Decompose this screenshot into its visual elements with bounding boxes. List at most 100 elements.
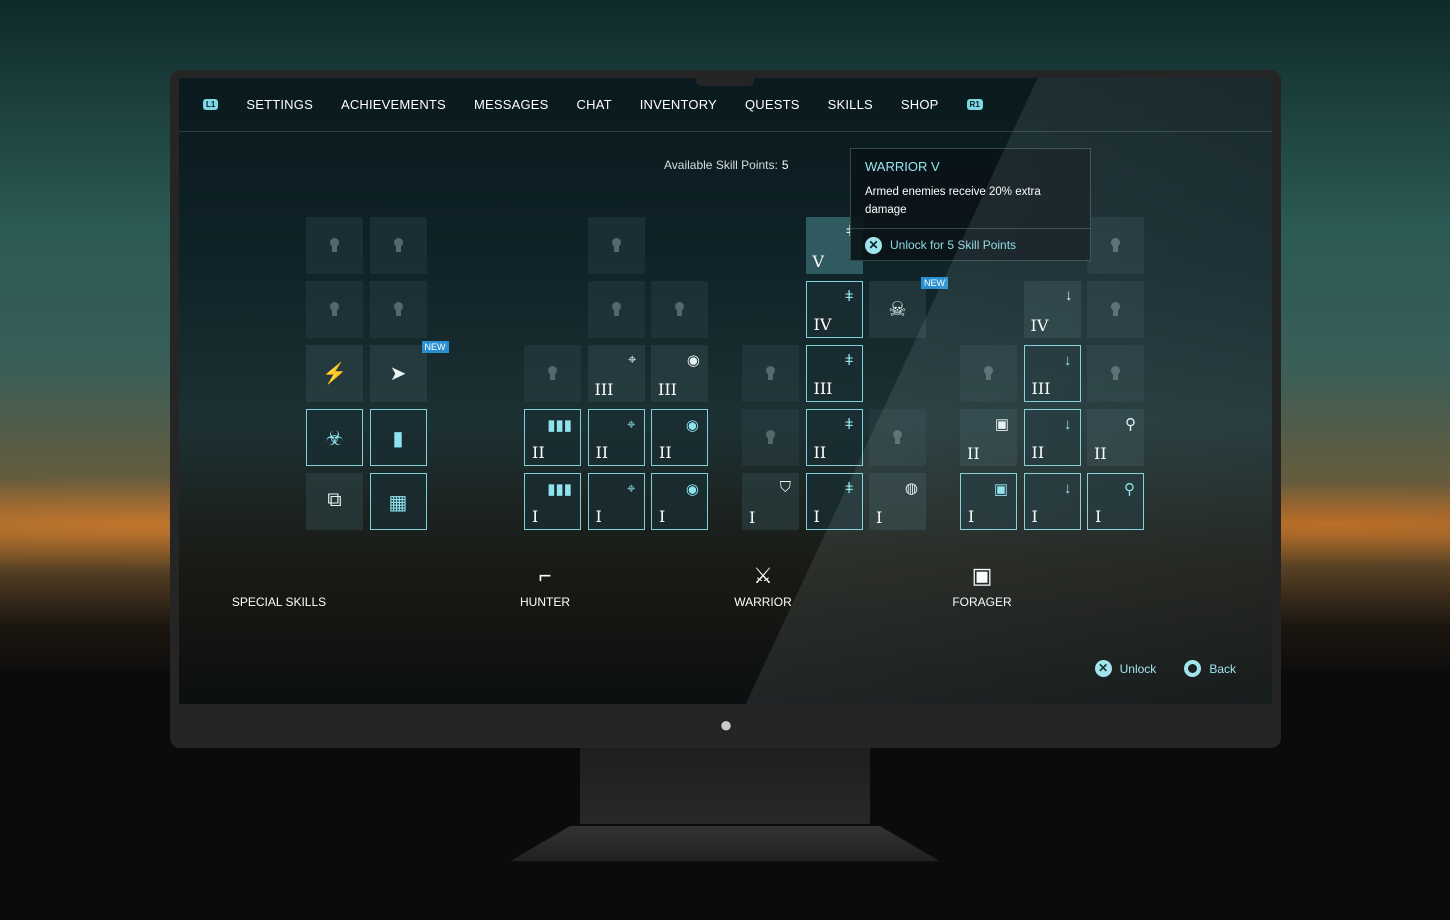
tab-skills[interactable]: SKILLS: [828, 97, 873, 112]
skill-level: IV: [813, 315, 832, 334]
skill-tile-sword[interactable]: ǂI: [805, 473, 863, 530]
skill-tile-locked[interactable]: [306, 217, 363, 274]
sword-icon: ǂ: [844, 480, 854, 497]
shovel-icon: ↓: [1064, 352, 1072, 369]
tooltip-unlock-action[interactable]: ✕ Unlock for 5 Skill Points: [851, 228, 1090, 261]
skill-tile-skull[interactable]: ☠ NEW: [869, 277, 948, 338]
search-icon: ⚲: [1124, 481, 1135, 498]
skill-tile-backpack[interactable]: ▣ II: [960, 409, 1017, 466]
battery-icon: ⚡: [322, 363, 347, 385]
skill-tile-shovel[interactable]: ↓ II: [1023, 409, 1081, 466]
skill-tile-eye[interactable]: ◉ III: [651, 345, 708, 402]
skill-tile-locked[interactable]: [524, 345, 581, 402]
backpack-icon: ▣: [994, 416, 1009, 433]
eye-icon: ◉: [685, 481, 699, 498]
skill-tile-locked[interactable]: [742, 345, 799, 402]
skill-tile-eye[interactable]: ◉ II: [651, 409, 708, 466]
skill-tile-locked[interactable]: [369, 217, 427, 274]
new-badge: NEW: [921, 277, 948, 289]
tab-inventory[interactable]: INVENTORY: [640, 97, 717, 112]
keyhole-lock-icon: [393, 302, 403, 316]
back-button[interactable]: Back: [1184, 660, 1236, 677]
skill-tile-search[interactable]: ⚲ II: [1087, 409, 1144, 466]
skill-tile-locked[interactable]: [1087, 281, 1144, 338]
no-icon: [209, 563, 349, 589]
skill-tile-search[interactable]: ⚲ I: [1087, 473, 1144, 530]
skill-points-label: Available Skill Points:: [664, 158, 778, 172]
skill-tile-battery[interactable]: ⚡: [306, 345, 363, 402]
footer-actions: ✕ Unlock Back: [1067, 660, 1236, 677]
l1-button-icon[interactable]: L1: [203, 99, 219, 110]
unlock-label: Unlock: [1119, 661, 1157, 676]
skill-tile-crosshair[interactable]: ⌖ I: [587, 473, 645, 530]
skill-tile-locked[interactable]: [1087, 345, 1144, 402]
tab-settings[interactable]: SETTINGS: [246, 97, 313, 112]
backpack-icon: ▣: [993, 481, 1008, 498]
skill-tile-crosshair[interactable]: ⌖ III: [587, 345, 645, 402]
skill-level: I: [659, 507, 666, 526]
crosshair-icon: ⌖: [627, 416, 636, 433]
skill-tile-locked[interactable]: [1087, 217, 1144, 274]
new-badge: NEW: [421, 341, 449, 353]
skill-tile-compass[interactable]: ➤ NEW: [369, 341, 449, 402]
skill-tile-shovel[interactable]: ↓ I: [1023, 473, 1081, 530]
category-label: HUNTER: [520, 595, 570, 609]
skill-tile-locked[interactable]: [587, 217, 645, 274]
skill-level: III: [813, 379, 833, 398]
skill-tile-crosshair[interactable]: ⌖ II: [587, 409, 645, 466]
keyhole-lock-icon: [393, 238, 403, 252]
skill-tile-eye[interactable]: ◉ I: [651, 473, 708, 530]
skill-tile-locked[interactable]: [306, 281, 363, 338]
skill-tile-locked[interactable]: [960, 345, 1017, 402]
keyhole-lock-icon: [1111, 366, 1120, 380]
tab-achievements[interactable]: ACHIEVEMENTS: [341, 97, 446, 112]
keyhole-lock-icon: [611, 302, 621, 316]
apple-logo-icon: ●: [719, 712, 733, 737]
skill-level: V: [812, 252, 825, 271]
keyhole-lock-icon: [611, 238, 621, 252]
biohazard-icon: ☣: [325, 428, 344, 450]
skill-tile-locked[interactable]: [651, 281, 708, 338]
skill-tile-binoculars[interactable]: ⧉: [306, 473, 363, 530]
skill-tile-backpack[interactable]: ▣ I: [960, 473, 1017, 530]
skill-tile-sword[interactable]: ǂ IV: [805, 281, 863, 338]
skill-tile-locked[interactable]: [742, 409, 799, 466]
chip-icon: ▦: [388, 492, 408, 514]
category-warrior[interactable]: ⚔ WARRIOR: [693, 563, 833, 609]
skill-tile-shovel[interactable]: ↓ IV: [1023, 281, 1081, 338]
keyhole-lock-icon: [330, 238, 339, 252]
x-button-icon: ✕: [865, 236, 882, 254]
skill-tile-locked[interactable]: [587, 281, 645, 338]
skill-tile-bullets[interactable]: ▮▮▮ II: [524, 409, 581, 466]
skill-tile-sword[interactable]: ǂ III: [805, 345, 863, 402]
bullets-icon: ▮▮▮: [547, 417, 572, 434]
skill-level: III: [1031, 379, 1051, 398]
skill-tile-shield[interactable]: ⛉ I: [742, 473, 799, 530]
skill-tile-locked[interactable]: [369, 281, 427, 338]
skill-tile-chip[interactable]: ▦: [369, 473, 427, 530]
category-hunter[interactable]: ⌐ HUNTER: [475, 563, 615, 609]
tab-shop[interactable]: SHOP: [901, 97, 939, 112]
category-special-skills[interactable]: SPECIAL SKILLS: [209, 563, 349, 609]
unlock-button[interactable]: ✕ Unlock: [1094, 660, 1157, 677]
grenade-icon: ◍: [904, 480, 918, 497]
tab-messages[interactable]: MESSAGES: [474, 97, 549, 112]
keyhole-lock-icon: [1111, 238, 1120, 252]
skill-tile-grenade[interactable]: ◍ I: [869, 473, 926, 530]
tab-quests[interactable]: QUESTS: [745, 97, 800, 112]
skill-tile-bullets[interactable]: ▮▮▮ I: [524, 473, 581, 530]
shovel-icon: ↓: [1064, 480, 1072, 497]
skill-tile-locked[interactable]: [869, 409, 926, 466]
skill-tile-sword[interactable]: ǂ II: [805, 409, 863, 466]
crossed-swords-icon: ⚔: [753, 563, 773, 588]
skill-tile-shovel[interactable]: ↓ III: [1023, 345, 1081, 402]
pistol-icon: ⌐: [538, 563, 552, 588]
r1-button-icon[interactable]: R1: [966, 99, 983, 110]
skill-level: I: [532, 507, 539, 526]
tab-chat[interactable]: CHAT: [577, 97, 612, 112]
skill-tile-biohazard[interactable]: ☣: [306, 409, 363, 466]
keyhole-lock-icon: [548, 366, 557, 380]
category-label: WARRIOR: [734, 595, 792, 609]
category-forager[interactable]: ▣ FORAGER: [912, 563, 1052, 609]
skill-tile-walkie-talkie[interactable]: ▮: [369, 409, 427, 466]
